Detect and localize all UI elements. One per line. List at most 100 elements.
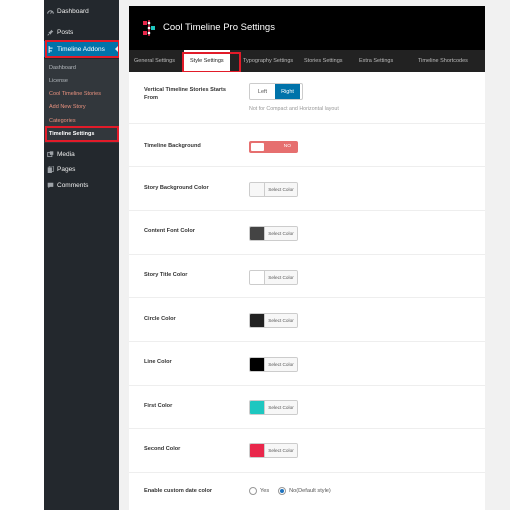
submenu-timeline-settings[interactable]: Timeline Settings — [44, 127, 119, 140]
radio-option-yes[interactable]: Yes — [249, 487, 269, 495]
tab-general-settings[interactable]: General Settings — [134, 50, 175, 72]
tab-timeline-shortcodes[interactable]: Timeline Shortcodes — [418, 50, 468, 72]
submenu-add-new-story[interactable]: Add New Story — [44, 100, 119, 113]
setting-row-line-color: Line Color Select Color — [129, 342, 485, 386]
setting-label: Content Font Color — [144, 228, 195, 234]
setting-field: Select Color — [249, 226, 298, 241]
circle-color-picker[interactable]: Select Color — [249, 313, 298, 328]
setting-label: Story Background Color — [144, 185, 209, 191]
setting-label: Second Color — [144, 446, 181, 452]
custom-date-color-radios: Yes No(Default style) — [249, 487, 340, 495]
setting-hint: Not for Compact and Horizontal layout — [249, 106, 339, 112]
tab-stories-settings[interactable]: Stories Settings — [304, 50, 343, 72]
menu-timeline-addons[interactable]: Timeline Addons — [44, 41, 119, 57]
setting-field: Select Color — [249, 443, 298, 458]
setting-label: Circle Color — [144, 316, 176, 322]
menu-comments[interactable]: Comments — [44, 177, 119, 193]
setting-row-first-color: First Color Select Color — [129, 386, 485, 429]
content-font-color-picker[interactable]: Select Color — [249, 226, 298, 241]
timeline-background-toggle[interactable]: NO — [249, 141, 298, 153]
select-color-button[interactable]: Select Color — [264, 444, 297, 457]
toggle-text: NO — [283, 144, 291, 149]
setting-field: NO — [249, 141, 298, 153]
comments-icon — [44, 182, 57, 189]
submenu-categories[interactable]: Categories — [44, 114, 119, 127]
first-color-picker[interactable]: Select Color — [249, 400, 298, 415]
setting-row-stories-start: Vertical Timeline Stories Starts From Le… — [129, 72, 485, 124]
menu-label: Media — [57, 150, 75, 158]
menu-media[interactable]: Media — [44, 146, 119, 162]
menu-label: Posts — [57, 28, 74, 36]
timeline-icon — [44, 45, 57, 53]
right-option-button[interactable]: Right — [275, 84, 300, 99]
setting-label: First Color — [144, 403, 173, 409]
color-swatch — [250, 444, 264, 457]
pin-icon — [44, 29, 57, 36]
setting-field: Select Color — [249, 182, 298, 197]
tab-typography-settings[interactable]: Typography Settings — [243, 50, 293, 72]
stories-start-button-group: Left Right — [249, 83, 303, 100]
dashboard-icon — [44, 8, 57, 15]
radio-yes[interactable] — [249, 487, 257, 495]
color-swatch — [250, 183, 264, 196]
setting-label: Vertical Timeline Stories Starts From — [144, 87, 226, 101]
tab-extra-settings[interactable]: Extra Settings — [359, 50, 393, 72]
menu-label: Pages — [57, 165, 76, 173]
setting-field: Left Right Not for Compact and Horizonta… — [249, 83, 339, 112]
settings-tabs: General Settings Style Settings Typograp… — [129, 50, 485, 72]
setting-row-story-background-color: Story Background Color Select Color — [129, 167, 485, 211]
color-swatch — [250, 271, 264, 284]
setting-label: Enable custom date color — [144, 488, 213, 494]
setting-row-timeline-background: Timeline Background NO — [129, 124, 485, 167]
page-title: Cool Timeline Pro Settings — [163, 22, 275, 33]
story-background-color-picker[interactable]: Select Color — [249, 182, 298, 197]
menu-posts[interactable]: Posts — [44, 24, 119, 40]
setting-row-custom-date-color: Enable custom date color Yes No(Default … — [129, 473, 485, 510]
setting-row-content-font-color: Content Font Color Select Color — [129, 211, 485, 255]
pages-icon — [44, 165, 57, 173]
menu-dashboard[interactable]: Dashboard — [44, 3, 119, 19]
setting-label: Timeline Background — [144, 143, 201, 149]
radio-label: No(Default style) — [289, 488, 331, 494]
select-color-button[interactable]: Select Color — [264, 183, 297, 196]
settings-header: Cool Timeline Pro Settings — [129, 6, 485, 50]
setting-field: Select Color — [249, 313, 298, 328]
radio-option-no[interactable]: No(Default style) — [278, 487, 331, 495]
story-title-color-picker[interactable]: Select Color — [249, 270, 298, 285]
submenu-license[interactable]: License — [44, 74, 119, 87]
menu-label: Comments — [57, 181, 89, 189]
settings-panel: Vertical Timeline Stories Starts From Le… — [129, 72, 485, 510]
select-color-button[interactable]: Select Color — [264, 358, 297, 371]
setting-field: Yes No(Default style) — [249, 487, 340, 495]
timeline-addons-submenu: Dashboard License Cool Timeline Stories … — [44, 59, 119, 143]
setting-field: Select Color — [249, 270, 298, 285]
line-color-picker[interactable]: Select Color — [249, 357, 298, 372]
left-option-button[interactable]: Left — [250, 84, 275, 99]
second-color-picker[interactable]: Select Color — [249, 443, 298, 458]
setting-row-circle-color: Circle Color Select Color — [129, 298, 485, 342]
radio-label: Yes — [260, 488, 270, 494]
setting-field: Select Color — [249, 357, 298, 372]
setting-label: Line Color — [144, 359, 172, 365]
setting-row-second-color: Second Color Select Color — [129, 429, 485, 473]
color-swatch — [250, 227, 264, 240]
menu-pages[interactable]: Pages — [44, 161, 119, 177]
submenu-cool-timeline-stories[interactable]: Cool Timeline Stories — [44, 87, 119, 100]
timeline-logo-icon — [143, 20, 155, 36]
select-color-button[interactable]: Select Color — [264, 271, 297, 284]
setting-row-story-title-color: Story Title Color Select Color — [129, 255, 485, 298]
select-color-button[interactable]: Select Color — [264, 314, 297, 327]
tab-style-settings[interactable]: Style Settings — [184, 50, 230, 72]
setting-field: Select Color — [249, 400, 298, 415]
setting-label: Story Title Color — [144, 272, 188, 278]
main-content: Cool Timeline Pro Settings General Setti… — [119, 0, 510, 510]
select-color-button[interactable]: Select Color — [264, 401, 297, 414]
color-swatch — [250, 314, 264, 327]
color-swatch — [250, 401, 264, 414]
select-color-button[interactable]: Select Color — [264, 227, 297, 240]
menu-label: Timeline Addons — [57, 45, 105, 53]
menu-label: Dashboard — [57, 7, 89, 15]
media-icon — [44, 150, 57, 158]
radio-no[interactable] — [278, 487, 287, 495]
submenu-dashboard[interactable]: Dashboard — [44, 61, 119, 74]
